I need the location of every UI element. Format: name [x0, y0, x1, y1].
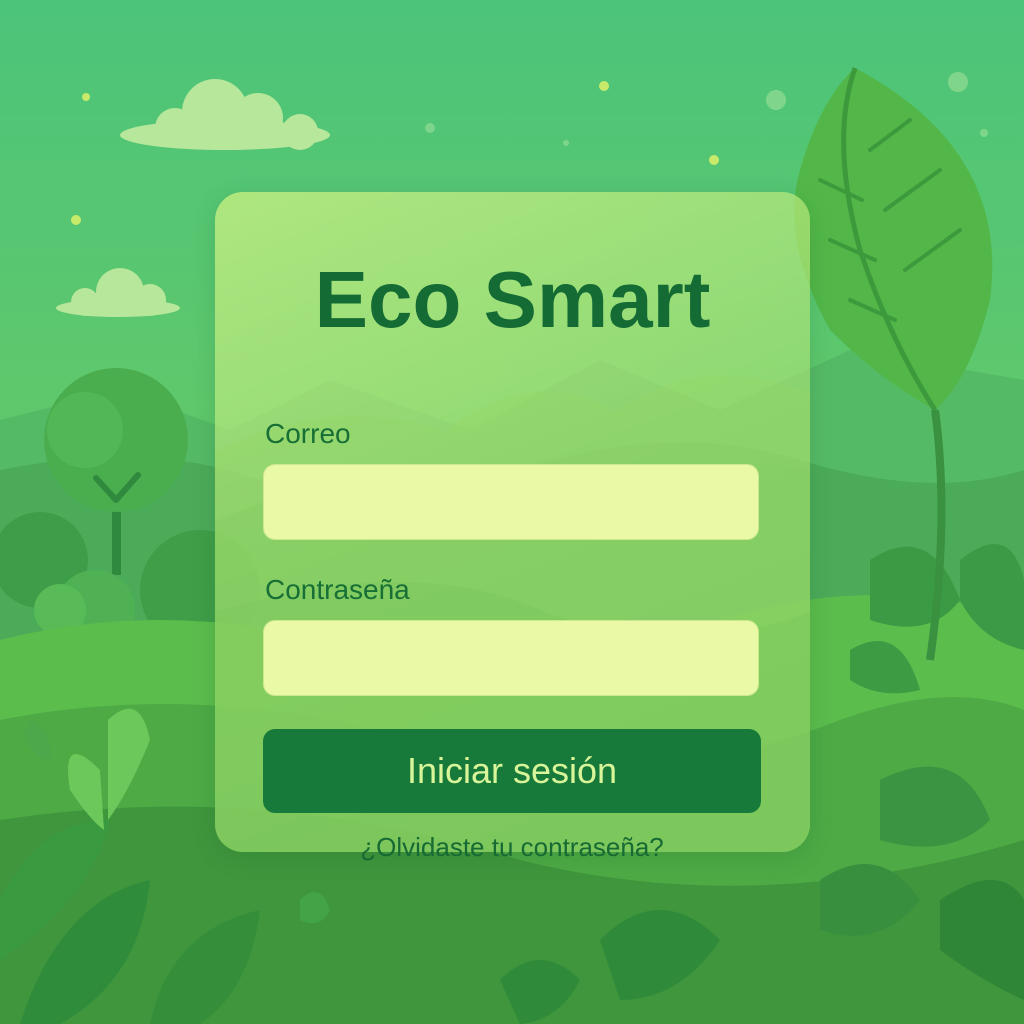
email-label: Correo — [265, 418, 351, 449]
password-field[interactable] — [263, 620, 759, 696]
cloud-icon — [120, 79, 330, 150]
login-button[interactable]: Iniciar sesión — [263, 729, 761, 813]
forgot-password-link[interactable]: ¿Olvidaste tu contraseña? — [0, 832, 1024, 863]
email-field[interactable] — [263, 464, 759, 540]
app-title: Eco Smart — [314, 255, 711, 344]
cloud-icon — [56, 268, 180, 317]
password-label: Contraseña — [265, 574, 410, 605]
login-card: Eco Smart Correo Contraseña Iniciar sesi… — [215, 192, 810, 852]
